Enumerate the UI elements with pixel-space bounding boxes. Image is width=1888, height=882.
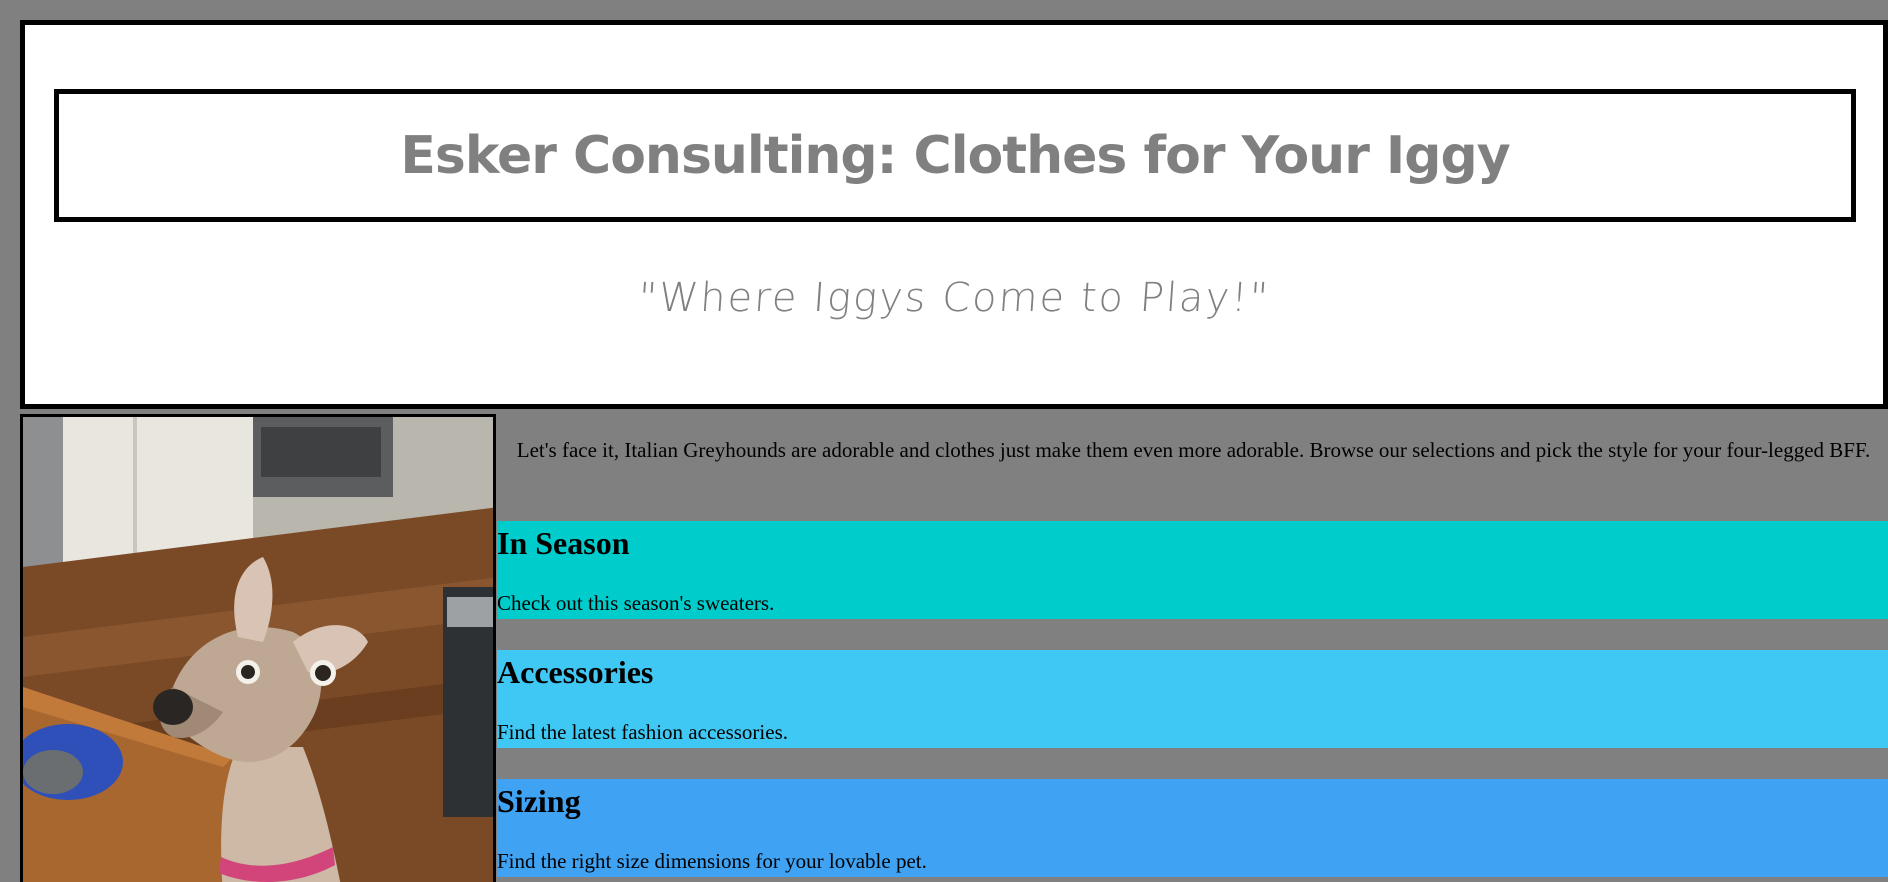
site-title: Esker Consulting: Clothes for Your Iggy: [400, 125, 1510, 186]
dog-photo: [20, 414, 496, 882]
site-tagline: "Where Iggys Come to Play!": [636, 275, 1272, 321]
section-description: Check out this season's sweaters.: [497, 591, 775, 615]
section-title[interactable]: In Season: [497, 525, 630, 562]
section-description: Find the latest fashion accessories.: [497, 720, 789, 744]
section-accessories[interactable]: Accessories Find the latest fashion acce…: [497, 650, 1888, 748]
section-sizing[interactable]: Sizing Find the right size dimensions fo…: [497, 779, 1888, 877]
section-in-season[interactable]: In Season Check out this season's sweate…: [497, 521, 1888, 619]
section-title[interactable]: Sizing: [497, 783, 581, 820]
intro-text: Let's face it, Italian Greyhounds are ad…: [516, 438, 1871, 462]
section-description: Find the right size dimensions for your …: [497, 849, 927, 873]
section-title[interactable]: Accessories: [497, 654, 653, 691]
title-box: Esker Consulting: Clothes for Your Iggy: [54, 89, 1856, 222]
main-content: Let's face it, Italian Greyhounds are ad…: [497, 414, 1888, 882]
page: Esker Consulting: Clothes for Your Iggy …: [0, 0, 1888, 882]
site-header: Esker Consulting: Clothes for Your Iggy …: [20, 20, 1888, 409]
italian-greyhound-photo: [23, 417, 493, 882]
